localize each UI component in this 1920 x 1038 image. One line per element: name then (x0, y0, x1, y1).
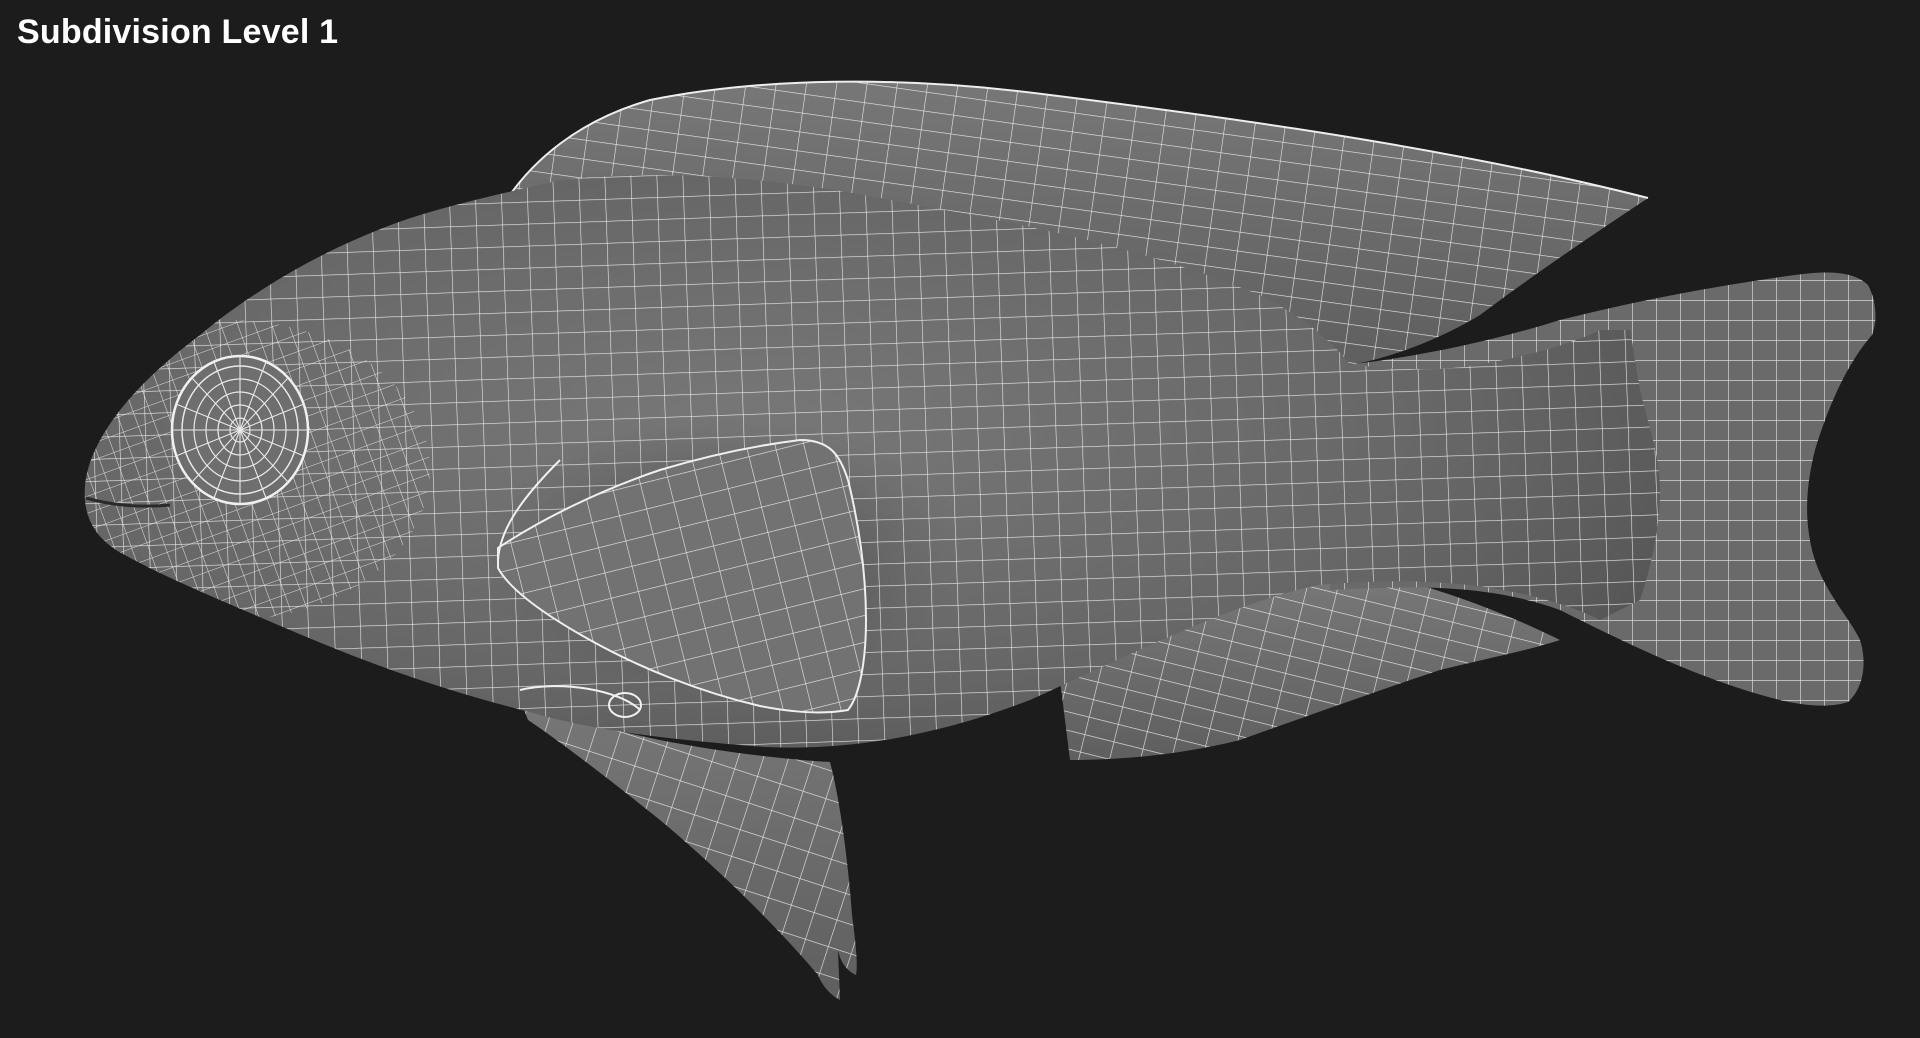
eye (170, 354, 310, 506)
fish-wireframe-icon (84, 80, 1876, 1000)
viewport: Subdivision Level 1 (0, 0, 1920, 1038)
